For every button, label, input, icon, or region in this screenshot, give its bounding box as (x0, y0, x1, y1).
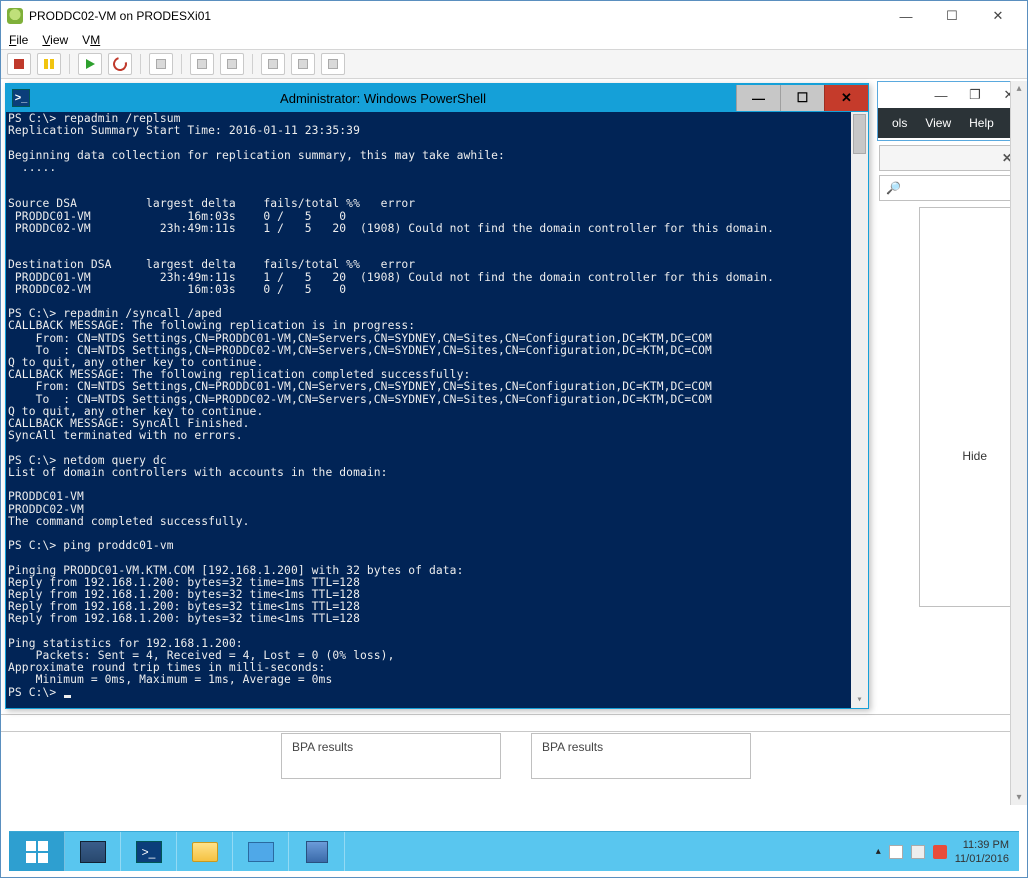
network-icon[interactable] (911, 845, 925, 859)
vsphere-close-button[interactable]: ✕ (975, 2, 1021, 30)
powershell-title: Administrator: Windows PowerShell (30, 91, 736, 106)
powershell-terminal[interactable]: PS C:\> repadmin /replsum Replication Su… (6, 112, 868, 708)
ps-maximize-button[interactable]: ☐ (780, 85, 824, 111)
vm-tool-3[interactable] (261, 53, 285, 75)
menu-vm[interactable]: VM (82, 33, 100, 47)
server-manager-window-fragment: — ❐ ✕ ols View Help (877, 81, 1027, 141)
server-manager-icon (80, 841, 106, 863)
vsphere-minimize-button[interactable]: — (883, 2, 929, 30)
toolbar-separator (252, 54, 253, 74)
taskbar-clock[interactable]: 11:39 PM 11/01/2016 (955, 838, 1009, 866)
taskbar-time: 11:39 PM (955, 838, 1009, 852)
terminal-cursor (64, 695, 71, 698)
tray-overflow-button[interactable]: ▴ (876, 846, 881, 857)
task-file-explorer[interactable] (177, 832, 233, 871)
task-app-2[interactable] (289, 832, 345, 871)
search-icon: 🔎 (886, 181, 901, 195)
toolbar-separator (69, 54, 70, 74)
task-powershell[interactable]: >_ (121, 832, 177, 871)
vsphere-toolbar (1, 49, 1027, 79)
vsphere-maximize-button[interactable]: ☐ (929, 2, 975, 30)
sm-task-close-button[interactable]: ✕ (879, 145, 1019, 171)
bpa-results-right[interactable]: BPA results (531, 733, 751, 779)
sm-vertical-scrollbar[interactable] (1010, 81, 1027, 805)
start-button[interactable] (9, 832, 65, 871)
vm-tool-4[interactable] (291, 53, 315, 75)
windows-logo-icon (26, 841, 48, 863)
vsphere-window: PRODDC02-VM on PRODESXi01 — ☐ ✕ File Vie… (0, 0, 1028, 878)
sm-menu-help[interactable]: Help (969, 116, 994, 130)
vm-tool-2[interactable] (220, 53, 244, 75)
vm-tool-1[interactable] (190, 53, 214, 75)
bpa-results-left[interactable]: BPA results (281, 733, 501, 779)
menu-file[interactable]: File (9, 33, 28, 47)
stack-icon (306, 841, 328, 863)
guest-desktop: — ❐ ✕ ols View Help ✕ 🔎 Hide BPA results… (1, 79, 1027, 877)
toolbar-separator (181, 54, 182, 74)
volume-muted-icon[interactable] (933, 845, 947, 859)
ps-scrollbar-thumb[interactable] (853, 114, 866, 154)
taskbar-date: 11/01/2016 (955, 852, 1009, 866)
ps-vertical-scrollbar[interactable] (851, 112, 868, 708)
sm-content-panel (919, 207, 1019, 607)
vm-snapshot-button[interactable] (149, 53, 173, 75)
monitor-icon (248, 842, 274, 862)
powershell-icon: >_ (12, 89, 30, 107)
sm-minimize-button[interactable]: — (924, 83, 958, 107)
vm-play-button[interactable] (78, 53, 102, 75)
sm-divider (1, 714, 1027, 732)
powershell-titlebar[interactable]: >_ Administrator: Windows PowerShell — ☐… (6, 84, 868, 112)
sm-menu-tools[interactable]: ols (892, 116, 907, 130)
folder-icon (192, 842, 218, 862)
powershell-window: >_ Administrator: Windows PowerShell — ☐… (5, 83, 869, 709)
vsphere-title: PRODDC02-VM on PRODESXi01 (29, 9, 211, 23)
toolbar-separator (140, 54, 141, 74)
vm-stop-button[interactable] (7, 53, 31, 75)
sm-menu-view[interactable]: View (925, 116, 951, 130)
task-app-1[interactable] (233, 832, 289, 871)
vsphere-app-icon (7, 8, 23, 24)
sm-hide-link[interactable]: Hide (962, 449, 987, 463)
vm-tool-5[interactable] (321, 53, 345, 75)
powershell-task-icon: >_ (136, 841, 162, 863)
ps-close-button[interactable]: ✕ (824, 85, 868, 111)
vsphere-menubar: File View VM (1, 31, 1027, 49)
ps-minimize-button[interactable]: — (736, 85, 780, 111)
vsphere-titlebar[interactable]: PRODDC02-VM on PRODESXi01 — ☐ ✕ (1, 1, 1027, 31)
action-center-icon[interactable] (889, 845, 903, 859)
task-server-manager[interactable] (65, 832, 121, 871)
vm-pause-button[interactable] (37, 53, 61, 75)
sm-maximize-button[interactable]: ❐ (958, 83, 992, 107)
vm-restart-button[interactable] (108, 53, 132, 75)
sm-search-box[interactable]: 🔎 (879, 175, 1019, 201)
guest-taskbar: >_ ▴ 11:39 PM 11/01/2016 (9, 831, 1019, 871)
powershell-output: PS C:\> repadmin /replsum Replication Su… (8, 112, 774, 699)
menu-view[interactable]: View (42, 33, 68, 47)
